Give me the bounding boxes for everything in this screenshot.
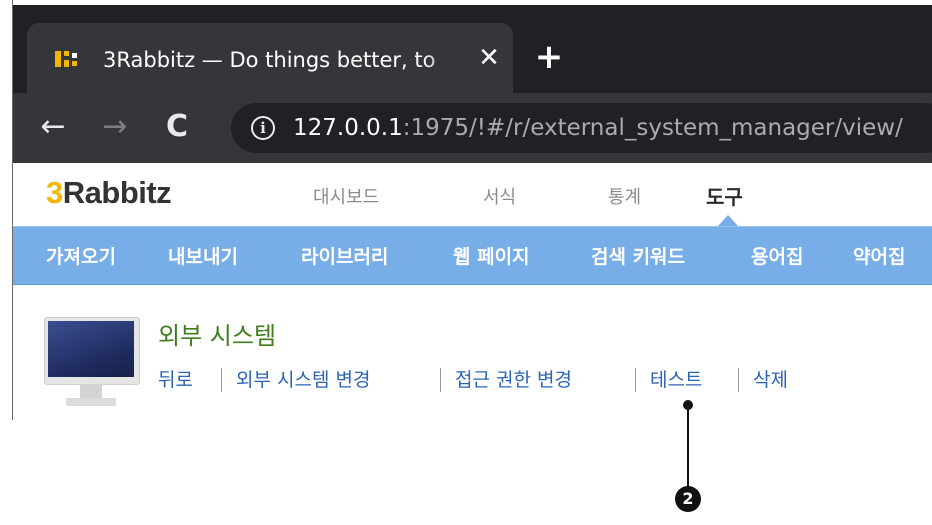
address-bar[interactable]: i 127.0.0.1:1975/!#/r/external_system_ma… xyxy=(231,103,932,153)
tools-submenu: 가져오기 내보내기 라이브러리 웹 페이지 검색 키워드 용어집 약어집 xyxy=(13,226,932,285)
callout-number-badge: 2 xyxy=(675,486,701,512)
separator xyxy=(221,368,222,392)
browser-window: 3Rabbitz — Do things better, to ✕ + ← → … xyxy=(13,5,932,163)
left-edge xyxy=(0,0,13,420)
submenu-export[interactable]: 내보내기 xyxy=(168,242,238,269)
delete-link[interactable]: 삭제 xyxy=(753,365,788,392)
back-link[interactable]: 뒤로 xyxy=(158,365,193,392)
submenu-import[interactable]: 가져오기 xyxy=(46,242,116,269)
browser-tab[interactable]: 3Rabbitz — Do things better, to ✕ xyxy=(27,23,513,93)
callout-line xyxy=(687,408,689,486)
app-header: 3Rabbitz 대시보드 서식 통계 도구 xyxy=(13,163,932,226)
separator xyxy=(440,368,441,392)
new-tab-icon[interactable]: + xyxy=(533,40,565,74)
menu-tools[interactable]: 도구 xyxy=(706,181,743,210)
menu-dashboard[interactable]: 대시보드 xyxy=(313,183,379,209)
active-menu-indicator xyxy=(718,215,738,226)
submenu-library[interactable]: 라이브러리 xyxy=(301,242,388,269)
url-text[interactable]: 127.0.0.1:1975/!#/r/external_system_mana… xyxy=(293,112,903,144)
submenu-web-page[interactable]: 웹 페이지 xyxy=(453,242,530,269)
reload-icon[interactable]: C xyxy=(157,107,197,147)
app-logo[interactable]: 3Rabbitz xyxy=(46,175,172,211)
rabbitz-favicon-icon xyxy=(55,49,85,69)
submenu-glossary[interactable]: 용어집 xyxy=(751,242,803,269)
browser-toolbar: ← → C i 127.0.0.1:1975/!#/r/external_sys… xyxy=(13,93,932,163)
url-host: 127.0.0.1 xyxy=(293,115,403,141)
site-info-icon[interactable]: i xyxy=(251,116,275,140)
tab-strip: 3Rabbitz — Do things better, to ✕ + xyxy=(13,5,932,93)
separator xyxy=(738,368,739,392)
submenu-abbreviations[interactable]: 약어집 xyxy=(853,242,905,269)
close-tab-icon[interactable]: ✕ xyxy=(474,43,504,73)
change-access-link[interactable]: 접근 권한 변경 xyxy=(455,365,572,392)
url-path: :1975/!#/r/external_system_manager/view/ xyxy=(402,115,903,141)
submenu-search-keywords[interactable]: 검색 키워드 xyxy=(591,242,685,269)
test-link[interactable]: 테스트 xyxy=(650,365,702,392)
logo-name: Rabbitz xyxy=(62,175,172,210)
monitor-icon xyxy=(44,317,140,409)
tab-title: 3Rabbitz — Do things better, to xyxy=(103,45,463,75)
edit-external-system-link[interactable]: 외부 시스템 변경 xyxy=(236,365,370,392)
page-title: 외부 시스템 xyxy=(158,322,277,350)
logo-prefix: 3 xyxy=(46,175,63,210)
menu-statistics[interactable]: 통계 xyxy=(608,183,641,209)
forward-arrow-icon[interactable]: → xyxy=(95,107,135,147)
separator xyxy=(635,368,636,392)
back-arrow-icon[interactable]: ← xyxy=(33,107,73,147)
menu-forms[interactable]: 서식 xyxy=(483,183,516,209)
